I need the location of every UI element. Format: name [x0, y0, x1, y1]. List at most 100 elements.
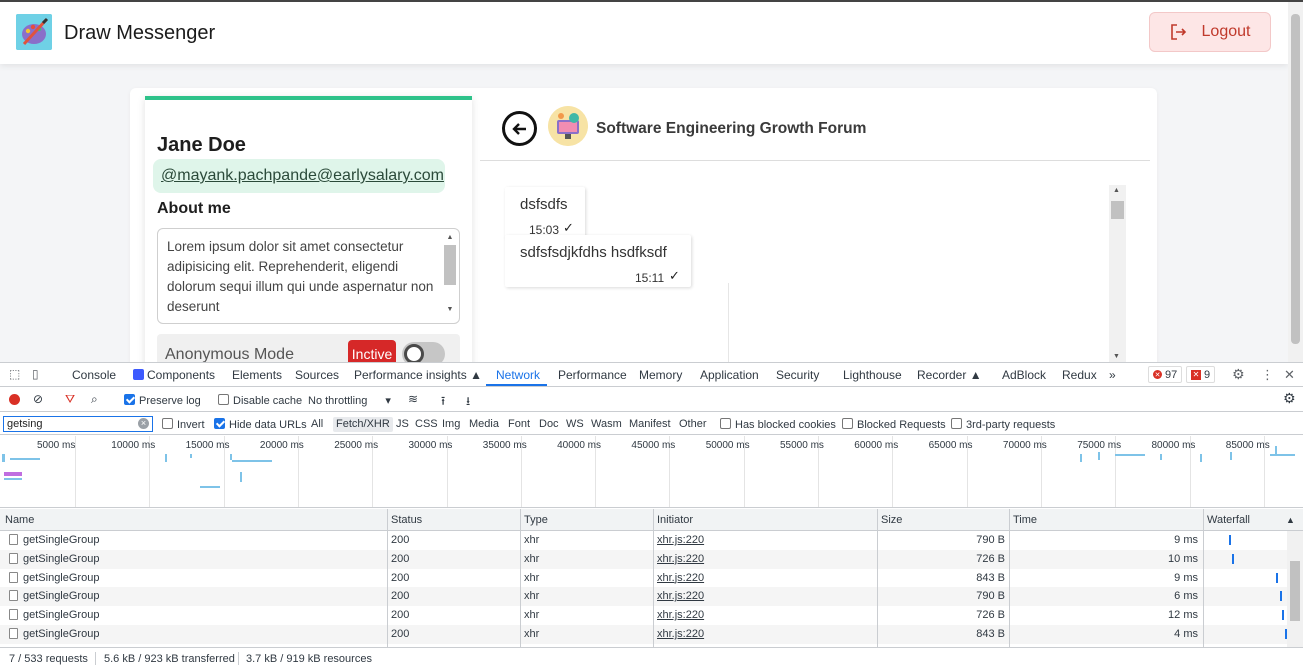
close-icon[interactable]: ✕ — [1284, 367, 1295, 383]
tab-lighthouse[interactable]: Lighthouse — [843, 368, 902, 382]
filter-type-doc[interactable]: Doc — [539, 418, 559, 430]
cell-status: 200 — [391, 571, 410, 584]
hide-data-urls-checkbox[interactable]: Hide data URLs — [214, 418, 307, 431]
filter-type-all[interactable]: All — [311, 418, 323, 430]
cell-time: 9 ms — [1174, 571, 1198, 584]
warning-count-badge[interactable]: ✕ 9 — [1186, 366, 1216, 383]
record-icon[interactable] — [9, 394, 20, 405]
message-text: sdfsfsdjkfdhs hsdfksdf — [520, 244, 667, 261]
table-row[interactable]: getSingleGroup 200 xhr xhr.js:220 726 B 12 ms — [0, 606, 1303, 625]
clear-icon[interactable]: ⊘ — [33, 392, 43, 406]
filter-icon[interactable]: ⛛ — [65, 392, 75, 407]
cell-type: xhr — [524, 628, 540, 640]
chat-scrollbar[interactable]: ▲ ▼ — [1109, 185, 1126, 362]
table-scrollbar[interactable] — [1287, 531, 1303, 647]
third-party-requests-checkbox[interactable]: 3rd-party requests — [951, 418, 1055, 431]
has-blocked-cookies-checkbox[interactable]: Has blocked cookies — [720, 418, 836, 431]
tab-performance-insights[interactable]: Performance insights ▲ — [354, 368, 482, 382]
column-waterfall[interactable]: Waterfall — [1207, 514, 1250, 526]
filter-type-img[interactable]: Img — [442, 418, 460, 430]
cell-initiator-link[interactable]: xhr.js:220 — [657, 590, 704, 602]
table-row[interactable]: getSingleGroup 200 xhr xhr.js:220 726 B 10 ms — [0, 549, 1303, 569]
message-bubble: sdfsfsdjkfdhs hsdfksdf 15:11 ✓ — [505, 235, 691, 287]
table-row[interactable]: getSingleGroup 200 xhr xhr.js:220 790 B 9 ms — [0, 531, 1303, 550]
cell-status: 200 — [391, 534, 410, 546]
cell-initiator-link[interactable]: xhr.js:220 — [657, 628, 704, 640]
filter-type-css[interactable]: CSS — [415, 418, 438, 430]
tab-redux[interactable]: Redux — [1062, 368, 1097, 382]
column-size[interactable]: Size — [881, 514, 902, 526]
filter-type-fetch-xhr[interactable]: Fetch/XHR — [333, 417, 393, 432]
preserve-log-checkbox[interactable]: Preserve log — [124, 394, 201, 407]
network-conditions-icon[interactable]: ≋ — [408, 392, 418, 406]
throttling-select[interactable]: No throttling ▾ — [308, 394, 391, 407]
export-har-icon[interactable]: ⭳ — [466, 392, 470, 413]
kebab-menu-icon[interactable]: ⋮ — [1261, 367, 1274, 383]
tab-recorder[interactable]: Recorder ▲ — [917, 368, 982, 382]
blocked-requests-checkbox[interactable]: Blocked Requests — [842, 418, 946, 431]
tab-application[interactable]: Application — [700, 368, 759, 382]
search-icon[interactable]: ⌕ — [91, 392, 98, 407]
filter-type-media[interactable]: Media — [469, 418, 499, 430]
tab-console[interactable]: Console — [72, 368, 116, 382]
tab-performance[interactable]: Performance — [558, 368, 627, 382]
table-row[interactable]: getSingleGroup 200 xhr xhr.js:220 843 B 4 ms — [0, 625, 1303, 644]
filter-type-ws[interactable]: WS — [566, 418, 584, 430]
tab-adblock[interactable]: AdBlock — [1002, 368, 1046, 382]
timeline-tick-label: 80000 ms — [1151, 440, 1196, 451]
network-overview-timeline[interactable]: 5000 ms 10000 ms 15000 ms 20000 ms 25000 ms 3… — [0, 436, 1303, 508]
filter-type-manifest[interactable]: Manifest — [629, 418, 671, 430]
error-count-badge[interactable]: ✕ 97 — [1148, 366, 1183, 383]
email-link[interactable]: @mayank.pachpande@earlysalary.com — [161, 167, 444, 185]
sort-up-icon[interactable]: ▲ — [1286, 515, 1295, 525]
tab-memory[interactable]: Memory — [639, 368, 682, 382]
gear-icon[interactable]: ⚙ — [1232, 366, 1245, 383]
timeline-tick-label: 60000 ms — [854, 440, 899, 451]
timeline-tick-label: 85000 ms — [1225, 440, 1270, 451]
anonymous-mode-toggle[interactable] — [402, 342, 445, 362]
timeline-request-bar — [4, 472, 22, 476]
filter-type-other[interactable]: Other — [679, 418, 707, 430]
filter-type-wasm[interactable]: Wasm — [591, 418, 622, 430]
cell-initiator-link[interactable]: xhr.js:220 — [657, 553, 704, 565]
timeline-request-bar — [1115, 454, 1145, 456]
clear-filter-icon[interactable]: × — [138, 418, 149, 429]
back-button[interactable] — [502, 111, 537, 146]
cell-name: getSingleGroup — [23, 552, 100, 565]
column-status[interactable]: Status — [391, 514, 422, 526]
invert-checkbox[interactable]: Invert — [162, 418, 205, 431]
column-type[interactable]: Type — [524, 514, 548, 526]
disable-cache-checkbox[interactable]: Disable cache — [218, 394, 302, 407]
page-scrollbar[interactable] — [1288, 2, 1303, 362]
tab-security[interactable]: Security — [776, 368, 819, 382]
column-name[interactable]: Name — [5, 514, 34, 526]
cell-initiator-link[interactable]: xhr.js:220 — [657, 609, 704, 621]
more-tabs-button[interactable]: » — [1109, 368, 1116, 382]
tab-elements[interactable]: Elements — [232, 368, 282, 382]
filter-type-font[interactable]: Font — [508, 418, 530, 430]
cell-size: 790 B — [976, 534, 1005, 546]
tab-components[interactable]: Components — [133, 368, 215, 382]
import-har-icon[interactable]: ⭱ — [441, 392, 445, 413]
column-time[interactable]: Time — [1013, 514, 1037, 526]
table-row[interactable]: getSingleGroup 200 xhr xhr.js:220 790 B 6 ms — [0, 587, 1303, 607]
gear-icon[interactable]: ⚙ — [1283, 390, 1296, 407]
filter-type-js[interactable]: JS — [396, 418, 409, 430]
requests-table-header: Name Status Type Initiator Size Time Wat… — [0, 509, 1303, 531]
tab-sources[interactable]: Sources — [295, 368, 339, 382]
cell-initiator-link[interactable]: xhr.js:220 — [657, 572, 704, 584]
tab-network[interactable]: Network — [496, 368, 540, 382]
cell-size: 790 B — [976, 590, 1005, 603]
column-divider — [520, 509, 521, 647]
document-icon — [9, 534, 18, 545]
timeline-request-bar — [165, 454, 167, 462]
cell-initiator-link[interactable]: xhr.js:220 — [657, 534, 704, 546]
device-toolbar-icon[interactable]: ▯ — [32, 367, 39, 381]
about-textarea[interactable]: Lorem ipsum dolor sit amet consectetur a… — [157, 228, 460, 324]
inspect-icon[interactable]: ⬚ — [9, 367, 20, 381]
logout-button[interactable]: Logout — [1149, 12, 1271, 52]
column-initiator[interactable]: Initiator — [657, 514, 693, 526]
table-row[interactable]: getSingleGroup 200 xhr xhr.js:220 843 B 9 ms — [0, 569, 1303, 588]
about-scrollbar[interactable]: ▲ ▼ — [444, 233, 456, 319]
filter-input[interactable]: getsing — [3, 416, 153, 432]
